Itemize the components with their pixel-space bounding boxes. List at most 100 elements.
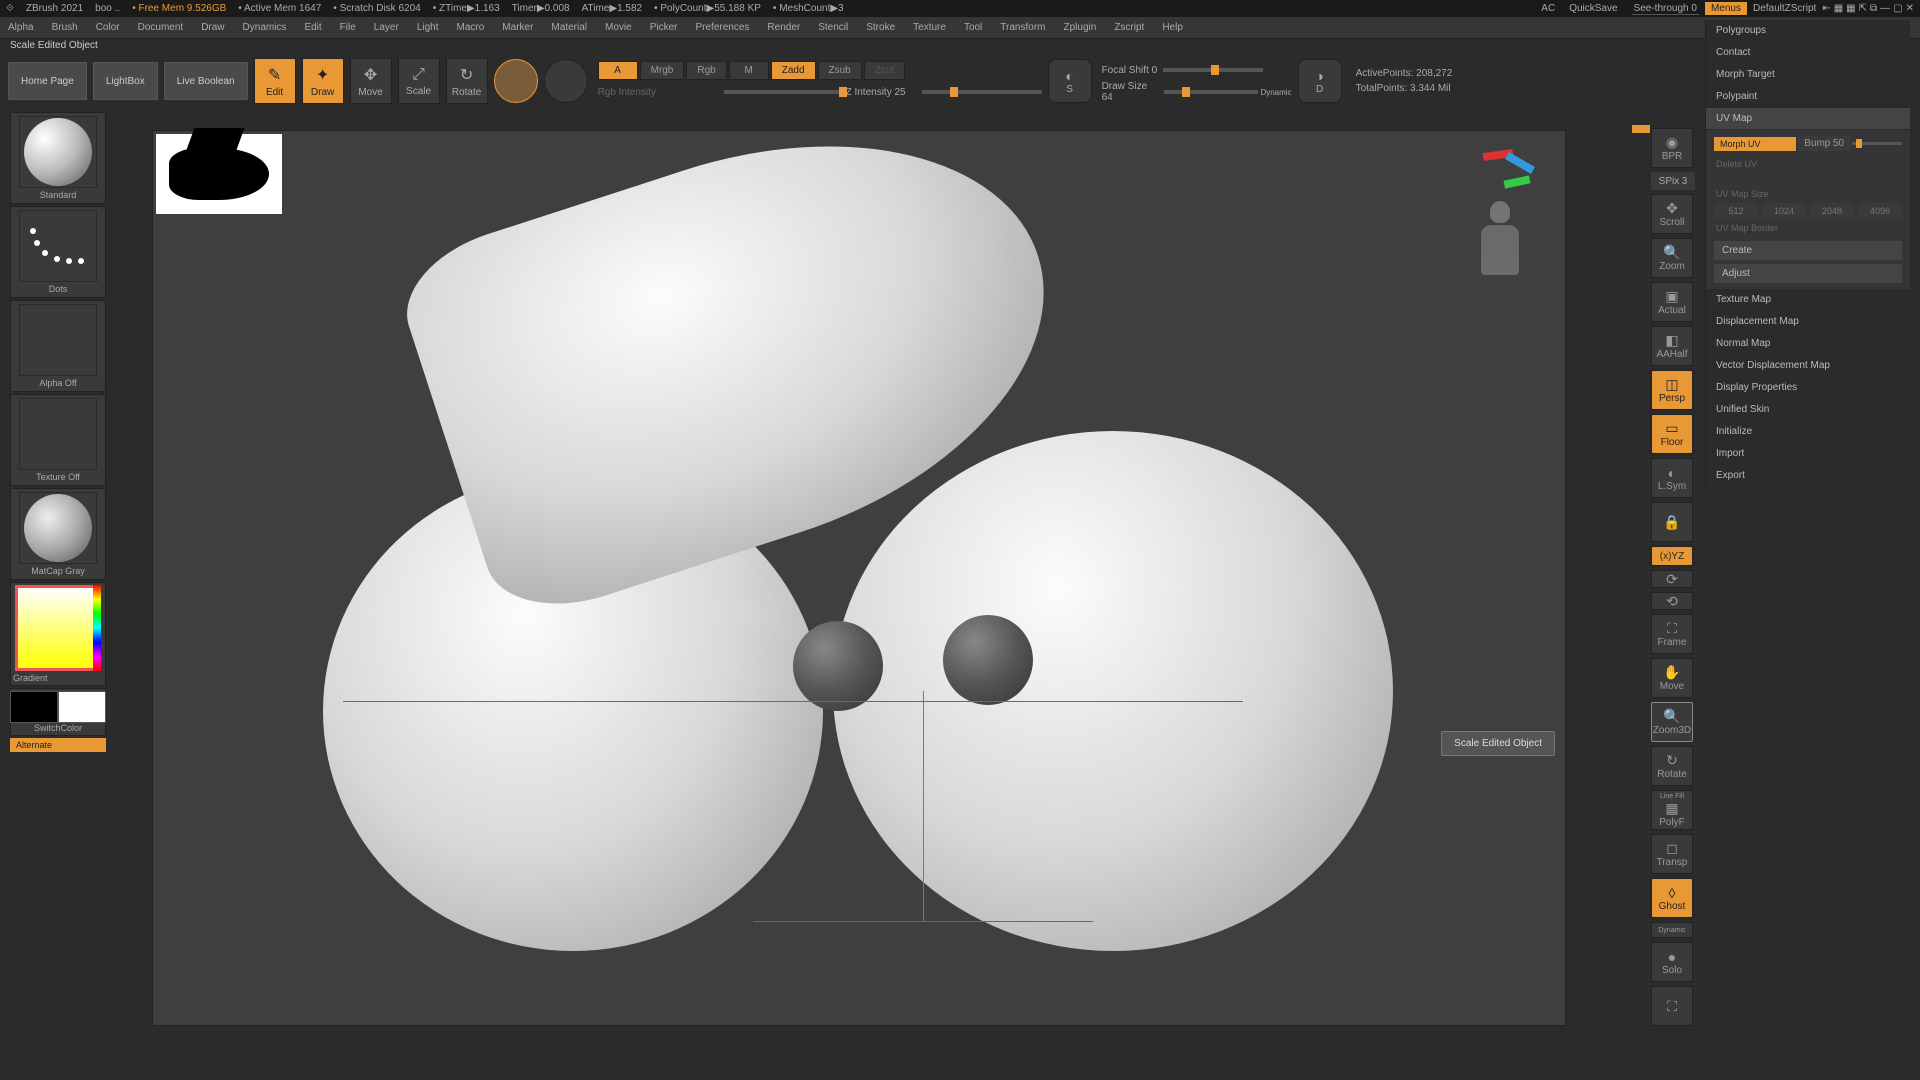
uv-size-4096[interactable]: 4096 [1858, 203, 1902, 219]
m-toggle[interactable]: M [729, 61, 769, 80]
delete-uv-button[interactable]: Delete UV [1714, 155, 1902, 173]
menu-alpha[interactable]: Alpha [8, 22, 34, 33]
menu-zplugin[interactable]: Zplugin [1064, 22, 1097, 33]
solo-button[interactable]: ●Solo [1651, 942, 1693, 982]
gyro-b-button[interactable] [544, 59, 588, 103]
actual-button[interactable]: ▣Actual [1651, 282, 1693, 322]
menu-preferences[interactable]: Preferences [695, 22, 749, 33]
menu-stroke[interactable]: Stroke [866, 22, 895, 33]
mrgb-toggle[interactable]: Mrgb [640, 61, 685, 80]
scroll-button[interactable]: ✥Scroll [1651, 194, 1693, 234]
uv-border-label[interactable]: UV Map Border [1714, 219, 1902, 237]
rotate-view-button[interactable]: ↻Rotate [1651, 746, 1693, 786]
focal-shift-slider[interactable] [1163, 68, 1263, 72]
menu-brush[interactable]: Brush [52, 22, 78, 33]
a-toggle[interactable]: A [598, 61, 638, 80]
panel-displacement-map[interactable]: Displacement Map [1706, 311, 1910, 333]
morph-uv-button[interactable]: Morph UV [1714, 137, 1796, 151]
panel-export[interactable]: Export [1706, 465, 1910, 487]
panel-contact[interactable]: Contact [1706, 42, 1910, 64]
aahalf-button[interactable]: ◧AAHalf [1651, 326, 1693, 366]
xyz-button[interactable]: (x)YZ [1651, 546, 1693, 566]
bump-label[interactable]: Bump 50 [1798, 136, 1850, 151]
zcut-toggle[interactable]: Zcut [864, 61, 905, 80]
rgb-intensity-slider[interactable] [724, 90, 844, 94]
close-icon[interactable]: ✕ [1906, 3, 1914, 14]
document-thumbnail[interactable] [156, 134, 282, 214]
menu-macro[interactable]: Macro [457, 22, 485, 33]
see-through-slider[interactable]: See-through 0 [1632, 3, 1699, 15]
panel-morph-target[interactable]: Morph Target [1706, 64, 1910, 86]
layout-icon[interactable]: ▦ [1834, 3, 1843, 14]
attach-icon[interactable]: ⇱ [1859, 3, 1867, 14]
menus-toggle[interactable]: Menus [1705, 2, 1747, 15]
panel-vector-displacement[interactable]: Vector Displacement Map [1706, 355, 1910, 377]
lock-button[interactable]: 🔒 [1651, 502, 1693, 542]
menu-help[interactable]: Help [1162, 22, 1183, 33]
zoom3d-button[interactable]: 🔍Zoom3D [1651, 702, 1693, 742]
menu-document[interactable]: Document [138, 22, 184, 33]
move-view-button[interactable]: ✋Move [1651, 658, 1693, 698]
maximize-icon[interactable]: ▢ [1893, 3, 1902, 14]
panel-uv-map[interactable]: UV Map [1706, 108, 1910, 130]
menu-draw[interactable]: Draw [201, 22, 224, 33]
zsub-toggle[interactable]: Zsub [818, 61, 862, 80]
switch-color[interactable]: SwitchColor [10, 688, 106, 736]
alpha-picker[interactable]: Alpha Off [10, 300, 106, 392]
uv-size-512[interactable]: 512 [1714, 203, 1758, 219]
minimize-icon[interactable]: — [1880, 3, 1890, 14]
menu-picker[interactable]: Picker [650, 22, 678, 33]
menu-color[interactable]: Color [96, 22, 120, 33]
z-axis-button[interactable]: ⟲ [1651, 592, 1693, 610]
zadd-toggle[interactable]: Zadd [771, 61, 816, 80]
create-button[interactable]: Create [1714, 241, 1902, 260]
zoom-button[interactable]: 🔍Zoom [1651, 238, 1693, 278]
layout-alt-icon[interactable]: ▦ [1846, 3, 1855, 14]
color-picker[interactable]: Gradient [10, 582, 106, 686]
menu-layer[interactable]: Layer [374, 22, 399, 33]
material-picker[interactable]: MatCap Gray [10, 488, 106, 580]
panel-unified-skin[interactable]: Unified Skin [1706, 399, 1910, 421]
bpr-button[interactable]: ◉BPR [1651, 128, 1693, 168]
uv-size-1024[interactable]: 1024 [1762, 203, 1806, 219]
shelf-handle[interactable] [1632, 125, 1650, 133]
uv-size-2048[interactable]: 2048 [1810, 203, 1854, 219]
transp-button[interactable]: ◻Transp [1651, 834, 1693, 874]
menu-dynamics[interactable]: Dynamics [243, 22, 287, 33]
live-boolean-button[interactable]: Live Boolean [164, 62, 248, 100]
spix-slider[interactable]: SPix 3 [1651, 172, 1695, 190]
brush-picker[interactable]: Standard [10, 112, 106, 204]
rotate-mode-button[interactable]: ↻Rotate [446, 58, 488, 104]
axis-gizmo[interactable] [1475, 141, 1545, 201]
d-gyro[interactable]: ◑D [1298, 59, 1342, 103]
frame-button[interactable]: ⛶Frame [1651, 614, 1693, 654]
menu-material[interactable]: Material [551, 22, 587, 33]
panel-texture-map[interactable]: Texture Map [1706, 289, 1910, 311]
collapse-left-icon[interactable]: ⇤ [1822, 3, 1830, 14]
draw-mode-button[interactable]: ✦Draw [302, 58, 344, 104]
y-axis-button[interactable]: ⟳ [1651, 570, 1693, 588]
linefill-button[interactable]: Line Fill▦PolyF [1651, 790, 1693, 830]
gyro-a-button[interactable] [494, 59, 538, 103]
lsym-button[interactable]: ◐L.Sym [1651, 458, 1693, 498]
quicksave-button[interactable]: QuickSave [1569, 3, 1617, 14]
s-gyro[interactable]: ◐S [1048, 59, 1092, 103]
stroke-picker[interactable]: Dots [10, 206, 106, 298]
dynamic-toggle[interactable]: Dynamic [1260, 88, 1291, 97]
home-page-button[interactable]: Home Page [8, 62, 87, 100]
menu-movie[interactable]: Movie [605, 22, 632, 33]
panel-display-properties[interactable]: Display Properties [1706, 377, 1910, 399]
move-mode-button[interactable]: ✥Move [350, 58, 392, 104]
menu-edit[interactable]: Edit [304, 22, 321, 33]
menu-zscript[interactable]: Zscript [1114, 22, 1144, 33]
panel-normal-map[interactable]: Normal Map [1706, 333, 1910, 355]
panel-import[interactable]: Import [1706, 443, 1910, 465]
rgb-toggle[interactable]: Rgb [686, 61, 726, 80]
menu-tool[interactable]: Tool [964, 22, 982, 33]
lightbox-button[interactable]: LightBox [93, 62, 158, 100]
bump-slider[interactable] [1852, 142, 1902, 145]
scale-mode-button[interactable]: ⤢Scale [398, 58, 440, 104]
edit-mode-button[interactable]: ✎Edit [254, 58, 296, 104]
float-icon[interactable]: ⧉ [1870, 3, 1877, 14]
expand-button[interactable]: ⛶ [1651, 986, 1693, 1026]
